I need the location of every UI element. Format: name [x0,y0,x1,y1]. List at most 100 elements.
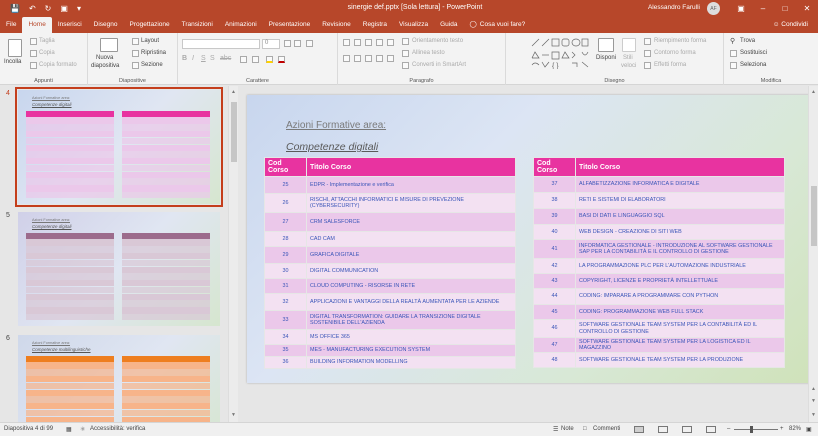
minimize-icon[interactable]: – [752,0,774,17]
tab-review[interactable]: Revisione [316,17,357,33]
tab-transitions[interactable]: Transizioni [176,17,219,33]
decrease-indent-icon[interactable] [365,39,372,46]
tab-help[interactable]: Guida [434,17,463,33]
maximize-icon[interactable]: □ [774,0,796,17]
table-row[interactable]: 25 EDPR - Implementazione e verifica [264,176,516,194]
table-row[interactable]: 29 GRAFICA DIGITALE [264,246,516,264]
underline-icon[interactable]: S [201,55,206,62]
numbering-icon[interactable] [354,39,361,46]
shapes-gallery[interactable]: { } [530,37,590,69]
tab-record[interactable]: Registra [357,17,393,33]
reset-button[interactable]: Ripristina [141,50,166,56]
thumbnail-scrollbar[interactable]: ▲ ▼ [228,86,238,422]
new-slide-button-line2[interactable]: diapositiva [91,63,119,69]
slide-thumbnail-pane[interactable]: 4 Azioni Formative area: Competenze digit… [0,86,228,436]
table-row[interactable]: 36 BUILDING INFORMATION MODELLING [264,356,516,369]
shape-fill-button[interactable]: Riempimento forma [654,38,706,44]
tab-slideshow[interactable]: Presentazione [263,17,317,33]
scroll-down-icon[interactable]: ▼ [231,412,236,418]
ribbon-display-icon[interactable]: ▣ [730,0,752,17]
bold-icon[interactable]: B [182,55,187,62]
quick-styles-icon[interactable] [622,38,636,52]
undo-icon[interactable]: ↶ [29,4,36,13]
user-name[interactable]: Alessandro Farulli [648,4,700,11]
table-row[interactable]: 38 RETI E SISTEMI DI ELABORATORI [533,192,785,209]
table-row[interactable]: 44 CODING: IMPARARE A PROGRAMMARE CON PYT… [533,288,785,305]
char-spacing-icon[interactable] [240,56,247,63]
strikethrough-icon[interactable]: abc [220,55,231,62]
quick-styles-button[interactable]: Stili [623,55,633,61]
smartart-button[interactable]: Converti in SmartArt [412,62,466,68]
slide-title[interactable]: Azioni Formative area: [286,120,386,131]
normal-view-icon[interactable] [634,426,644,433]
course-table-right[interactable]: Cod Corso Titolo Corso 37 ALFABETIZZAZION… [533,157,785,368]
clear-format-icon[interactable] [306,40,313,47]
slide-sorter-icon[interactable] [658,426,668,433]
section-button[interactable]: Sezione [141,62,163,68]
paste-icon[interactable] [8,39,22,57]
zoom-in-icon[interactable]: + [780,426,784,432]
spellcheck-icon[interactable]: ▦ [66,426,72,433]
font-size-input[interactable]: 0 [262,39,280,49]
start-presentation-icon[interactable]: ▣ [60,4,68,13]
align-right-icon[interactable] [365,55,372,62]
close-icon[interactable]: ✕ [796,0,818,17]
scroll-down-icon[interactable]: ▼ [811,412,816,418]
arrange-button[interactable]: Disponi [596,55,616,61]
tab-view[interactable]: Visualizza [393,17,434,33]
editor-scroll-thumb[interactable] [811,186,817,246]
table-row[interactable]: 34 MS OFFICE 365 [264,329,516,345]
text-direction-button[interactable]: Orientamento testo [412,38,463,44]
font-color-icon[interactable] [278,56,285,63]
slide-thumbnail-6[interactable]: Azioni Formative area: Competenze multili… [18,335,220,436]
redo-icon[interactable]: ↻ [45,4,52,13]
zoom-slider-knob[interactable] [750,426,754,433]
tab-design[interactable]: Progettazione [124,17,176,33]
accessibility-check[interactable]: Accessibilità: verifica [90,426,145,432]
new-slide-icon[interactable] [100,38,118,52]
shadow-icon[interactable]: S [210,55,215,62]
zoom-level[interactable]: 82% [789,426,801,432]
share-button[interactable]: ☺ Condividi [773,17,808,33]
shrink-font-icon[interactable] [294,40,301,47]
align-center-icon[interactable] [354,55,361,62]
save-icon[interactable]: 💾 [10,4,20,13]
select-button[interactable]: Seleziona [740,62,766,68]
change-case-icon[interactable] [252,56,259,63]
tab-animations[interactable]: Animazioni [219,17,263,33]
next-slide-icon[interactable]: ▼ [811,398,816,404]
table-row[interactable]: 37 ALFABETIZZAZIONE INFORMATICA E DIGITAL… [533,176,785,193]
tab-home[interactable]: Home [22,17,52,33]
columns-icon[interactable] [387,55,394,62]
layout-button[interactable]: Layout [141,38,159,44]
comments-button[interactable]: Commenti [593,426,620,432]
customize-toolbar-icon[interactable]: ▾ [77,4,81,13]
tab-draw[interactable]: Disegno [88,17,124,33]
line-spacing-icon[interactable] [387,39,394,46]
notes-button[interactable]: Note [561,426,574,432]
find-button[interactable]: Trova [740,38,755,44]
italic-icon[interactable]: I [192,55,194,62]
table-row[interactable]: 40 WEB DESIGN - CREAZIONE DI SITI WEB [533,224,785,240]
zoom-slider[interactable] [734,429,778,430]
arrange-icon[interactable] [598,38,614,52]
editor-scrollbar[interactable]: ▲ ▲ ▼ ▼ [808,86,818,422]
scroll-up-icon[interactable]: ▲ [231,89,236,95]
current-slide[interactable]: Azioni Formative area: Competenze digita… [247,95,817,383]
course-table-left[interactable]: Cod Corso Titolo Corso 25 EDPR - Implemen… [264,157,516,369]
table-row[interactable]: 48 SOFTWARE GESTIONALE TEAM SYSTEM PER LA… [533,352,785,368]
tab-insert[interactable]: Inserisci [52,17,88,33]
justify-icon[interactable] [376,55,383,62]
align-left-icon[interactable] [343,55,350,62]
scroll-up-icon[interactable]: ▲ [811,89,816,95]
table-row[interactable]: 30 DIGITAL COMMUNICATION [264,263,516,279]
table-row[interactable]: 43 COPYRIGHT, LICENZE E PROPRIETÀ INTELLE… [533,273,785,289]
tab-file[interactable]: File [0,17,22,33]
table-row[interactable]: 33 DIGITAL TRANSFORMATION: GUIDARE LA TRA… [264,310,516,330]
table-row[interactable]: 45 CODING: PROGRAMMAZIONE WEB FULL STACK [533,304,785,320]
table-row[interactable]: 35 MES - MANUFACTURING EXECUTION SYSTEM [264,344,516,357]
new-slide-button[interactable]: Nuova [96,55,113,61]
avatar[interactable]: AF [707,2,720,15]
shape-effects-button[interactable]: Effetti forma [654,62,686,68]
slide-subtitle[interactable]: Competenze digitali [286,141,378,153]
